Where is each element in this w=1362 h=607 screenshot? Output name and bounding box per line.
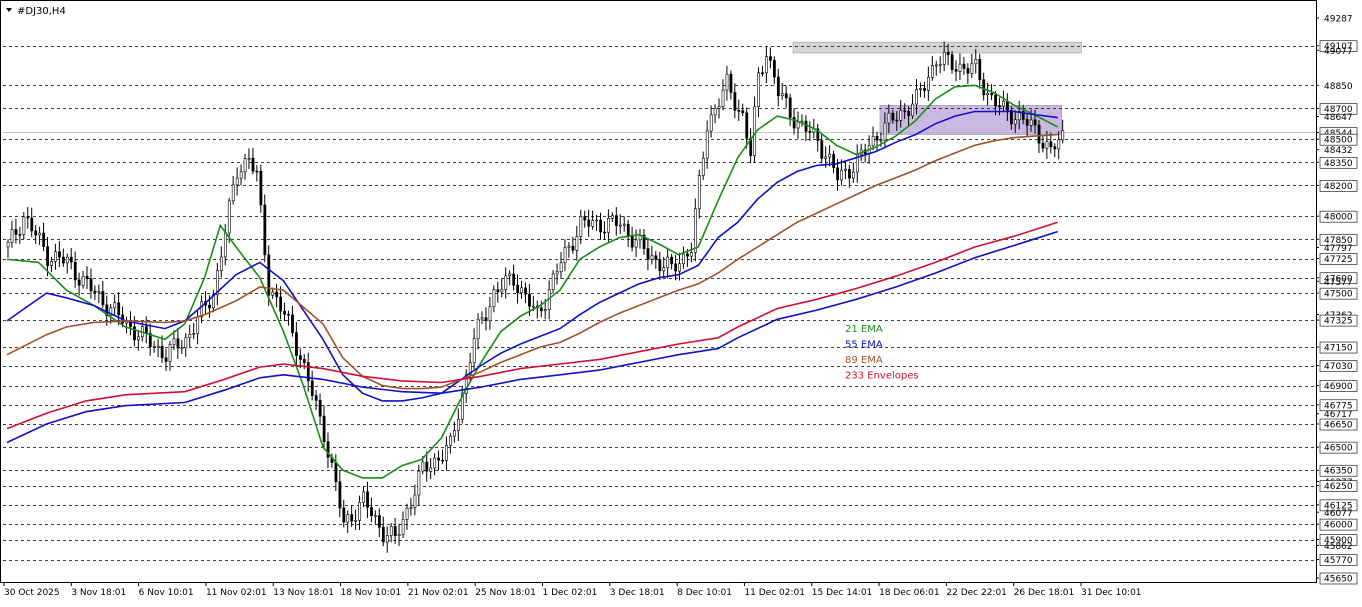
legend-entry: 233 Envelopes (845, 371, 919, 382)
x-tick-label: 11 Nov 02:01 (206, 588, 267, 598)
price-chart[interactable]: 4928749107490774885048700486474854448500… (0, 0, 1362, 603)
legend-entry: 21 EMA (845, 324, 883, 335)
x-tick-label: 26 Dec 18:01 (1014, 588, 1075, 598)
y-tick-label: 45770 (1324, 556, 1353, 566)
y-tick-label: 47325 (1324, 317, 1353, 327)
x-tick-label: 3 Dec 18:01 (610, 588, 665, 598)
x-tick-label: 22 Dec 22:01 (946, 588, 1007, 598)
legend-entry: 55 EMA (845, 340, 883, 351)
y-tick-label: 46350 (1324, 467, 1353, 477)
chart-symbol-title: #DJ30,H4 (17, 6, 66, 17)
y-tick-label: 48500 (1324, 136, 1353, 146)
y-tick-label: 48000 (1324, 213, 1353, 223)
y-tick-label: 47797 (1324, 244, 1353, 254)
y-tick-label: 47150 (1324, 344, 1353, 354)
x-tick-label: 15 Dec 14:01 (812, 588, 873, 598)
y-tick-label: 49287 (1324, 15, 1353, 25)
x-tick-label: 11 Dec 02:01 (744, 588, 805, 598)
legend-entry: 89 EMA (845, 355, 883, 366)
x-tick-label: 1 Dec 02:01 (543, 588, 598, 598)
y-tick-label: 47577 (1324, 278, 1353, 288)
y-tick-label: 45862 (1324, 542, 1353, 552)
x-tick-label: 6 Nov 10:01 (139, 588, 194, 598)
zone-resistance (792, 41, 1082, 54)
x-tick-label: 3 Nov 18:01 (71, 588, 126, 598)
y-tick-label: 48350 (1324, 159, 1353, 169)
chart-window[interactable]: 4928749107490774885048700486474854448500… (0, 0, 1362, 603)
x-tick-label: 25 Nov 18:01 (475, 588, 536, 598)
candle (753, 96, 757, 164)
x-tick-label: 13 Nov 18:01 (273, 588, 334, 598)
x-tick-label: 18 Nov 10:01 (341, 588, 402, 598)
x-tick-label: 31 Dec 10:01 (1081, 588, 1142, 598)
y-tick-label: 48850 (1324, 82, 1353, 92)
x-tick-label: 18 Dec 06:01 (879, 588, 940, 598)
y-tick-label: 46077 (1324, 509, 1353, 519)
y-tick-label: 46717 (1324, 410, 1353, 420)
x-tick-label: 8 Dec 10:01 (677, 588, 732, 598)
y-tick-label: 48432 (1324, 146, 1353, 156)
y-tick-label: 46900 (1324, 382, 1353, 392)
y-tick-label: 45650 (1324, 575, 1353, 585)
y-tick-label: 48647 (1324, 113, 1353, 123)
y-tick-label: 49077 (1324, 47, 1353, 57)
x-tick-label: 30 Oct 2025 (4, 588, 60, 598)
x-tick-label: 21 Nov 02:01 (408, 588, 469, 598)
y-tick-label: 48200 (1324, 182, 1353, 192)
y-tick-label: 46650 (1324, 421, 1353, 431)
y-tick-label: 47030 (1324, 362, 1353, 372)
y-tick-label: 46250 (1324, 482, 1353, 492)
y-tick-label: 46500 (1324, 444, 1353, 454)
y-tick-label: 47500 (1324, 290, 1353, 300)
y-tick-label: 47725 (1324, 255, 1353, 265)
y-tick-label: 46000 (1324, 521, 1353, 531)
